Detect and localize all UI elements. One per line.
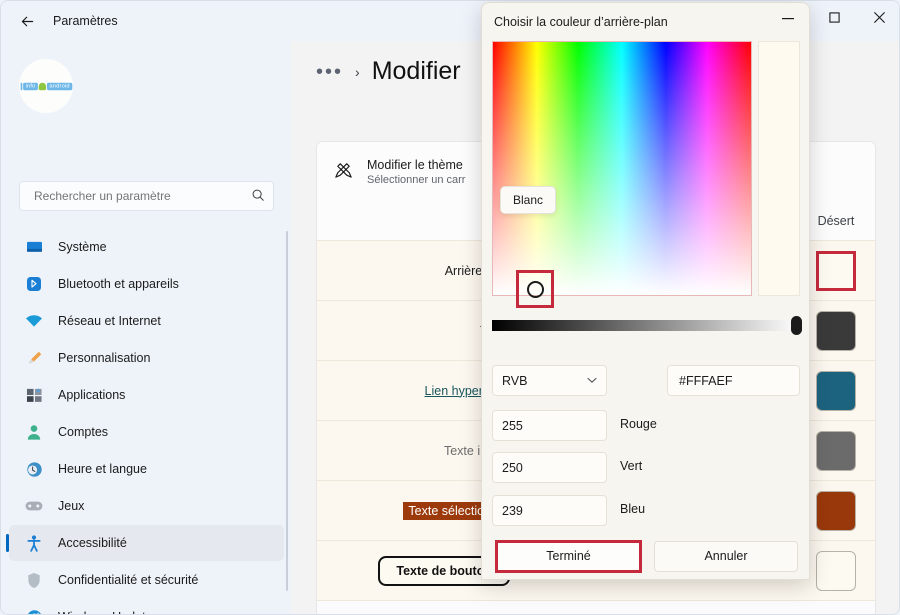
sidebar-item-label: Réseau et Internet [58, 314, 161, 328]
color-mode-value: RVB [502, 374, 527, 388]
sidebar-item-label: Accessibilité [58, 536, 127, 550]
color-swatch-button-text[interactable] [816, 551, 856, 591]
sidebar-item-windows-update[interactable]: Windows Update [9, 599, 284, 615]
sidebar-item-label: Applications [58, 388, 125, 402]
color-swatch-hyperlink[interactable] [816, 371, 856, 411]
logo-text-info: info [23, 82, 38, 89]
card-footer: Enregistrer Annuler [317, 600, 875, 615]
accessibility-icon [23, 533, 45, 553]
sidebar-item-bluetooth[interactable]: Bluetooth et appareils [9, 266, 284, 302]
bluetooth-icon [23, 274, 45, 294]
blue-channel-row: 239 Bleu [492, 495, 802, 526]
minimize-icon[interactable] [765, 3, 810, 35]
sidebar-item-applications[interactable]: Applications [9, 377, 284, 413]
chevron-down-icon [587, 376, 597, 386]
sidebar-item-label: Personnalisation [58, 351, 150, 365]
blue-field[interactable]: 239 [492, 495, 607, 526]
search-box[interactable] [19, 181, 274, 211]
green-channel-row: 250 Vert [492, 452, 802, 483]
wifi-icon [23, 311, 45, 331]
breadcrumb: ••• › Modifier [316, 57, 461, 86]
sidebar-item-label: Heure et langue [58, 462, 147, 476]
brightness-track [492, 320, 800, 331]
person-icon [23, 422, 45, 442]
search-icon [251, 188, 265, 205]
logo-text-android: android [47, 82, 72, 89]
account-logo-icon: info android [20, 82, 72, 89]
green-label: Vert [620, 459, 642, 473]
sidebar-item-label: Jeux [58, 499, 84, 513]
done-button[interactable]: Terminé [495, 540, 642, 573]
red-label: Rouge [620, 417, 657, 431]
breadcrumb-overflow-button[interactable]: ••• [316, 67, 343, 77]
sidebar-item-label: Comptes [58, 425, 108, 439]
gamepad-icon [23, 496, 45, 516]
maximize-icon[interactable] [811, 1, 857, 33]
brightness-thumb[interactable] [791, 316, 802, 335]
sidebar: info android Système [1, 41, 291, 615]
brightness-slider[interactable] [492, 316, 800, 334]
color-picker-dialog: Choisir la couleur d’arrière-plan Blanc … [481, 2, 810, 580]
close-icon[interactable] [856, 1, 900, 33]
avatar[interactable]: info android [19, 59, 73, 113]
update-icon [23, 607, 45, 615]
red-channel-row: 255 Rouge [492, 410, 802, 441]
sidebar-item-accessibilite[interactable]: Accessibilité [9, 525, 284, 561]
sidebar-item-label: Système [58, 240, 107, 254]
sidebar-item-reseau[interactable]: Réseau et Internet [9, 303, 284, 339]
dialog-buttons: Terminé Annuler [482, 531, 810, 580]
sidebar-scrollbar[interactable] [286, 231, 288, 591]
red-field[interactable]: 255 [492, 410, 607, 441]
page-title: Modifier [372, 57, 461, 86]
monitor-icon [23, 237, 45, 257]
card-title: Modifier le thème [367, 158, 465, 172]
color-mode-select[interactable]: RVB [492, 365, 607, 396]
window-title: Paramètres [53, 14, 118, 28]
color-swatch-background[interactable] [816, 251, 856, 291]
paintbrush-icon [23, 348, 45, 368]
card-subtitle: Sélectionner un carr [367, 174, 465, 186]
apps-icon [23, 385, 45, 405]
color-spectrum[interactable] [492, 41, 752, 296]
sidebar-item-jeux[interactable]: Jeux [9, 488, 284, 524]
color-tooltip: Blanc [500, 186, 556, 214]
sidebar-item-label: Windows Update [58, 610, 153, 615]
shield-icon [23, 570, 45, 590]
hex-field[interactable]: #FFFAEF [667, 365, 800, 396]
sidebar-nav: Système Bluetooth et appareils Réseau et… [9, 229, 284, 615]
blue-label: Bleu [620, 502, 645, 516]
breadcrumb-separator: › [355, 64, 360, 80]
green-field[interactable]: 250 [492, 452, 607, 483]
sidebar-item-personnalisation[interactable]: Personnalisation [9, 340, 284, 376]
sidebar-item-confidentialite[interactable]: Confidentialité et sécurité [9, 562, 284, 598]
back-arrow-icon[interactable] [11, 5, 43, 37]
dialog-title: Choisir la couleur d’arrière-plan [494, 15, 668, 29]
search-input[interactable] [32, 188, 251, 204]
clock-globe-icon [23, 459, 45, 479]
dialog-cancel-button[interactable]: Annuler [654, 541, 798, 572]
color-swatch-inactive-text[interactable] [816, 431, 856, 471]
theme-edit-icon [333, 159, 367, 185]
sidebar-item-label: Confidentialité et sécurité [58, 573, 198, 587]
sidebar-item-label: Bluetooth et appareils [58, 277, 179, 291]
color-cursor-icon[interactable] [516, 270, 554, 308]
sidebar-item-comptes[interactable]: Comptes [9, 414, 284, 450]
color-swatch-text[interactable] [816, 311, 856, 351]
sidebar-item-heure-langue[interactable]: Heure et langue [9, 451, 284, 487]
color-preview-swatch [758, 41, 800, 296]
sidebar-item-systeme[interactable]: Système [9, 229, 284, 265]
color-swatch-selected-text[interactable] [816, 491, 856, 531]
